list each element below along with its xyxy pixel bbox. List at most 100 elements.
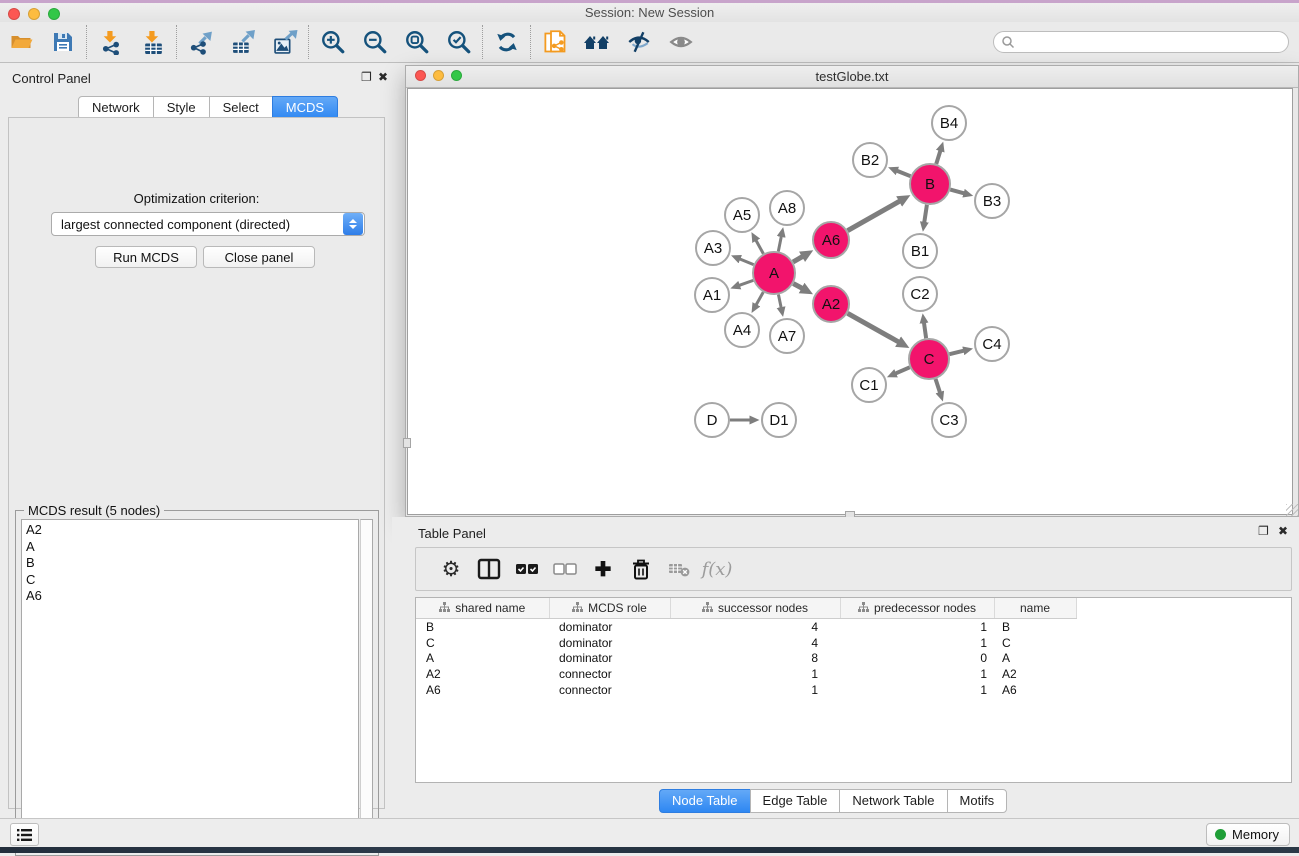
column-header[interactable]: shared name xyxy=(416,598,549,619)
graph-edge[interactable] xyxy=(896,367,910,373)
table-cell[interactable]: A6 xyxy=(994,682,1076,698)
table-cell[interactable]: B xyxy=(994,619,1076,635)
select-all-icon[interactable] xyxy=(508,553,546,585)
tab-node-table[interactable]: Node Table xyxy=(659,789,751,813)
table-row[interactable]: Bdominator41B xyxy=(416,619,1292,635)
table-cell[interactable]: connector xyxy=(549,666,670,682)
home-icon[interactable] xyxy=(576,25,618,59)
settings-gear-icon[interactable]: ⚙ xyxy=(432,553,470,585)
zoom-selected-icon[interactable] xyxy=(438,25,480,59)
table-cell[interactable]: 4 xyxy=(670,619,840,635)
search-input[interactable] xyxy=(1015,32,1288,52)
mcds-result-list[interactable]: A2ABCA6 xyxy=(21,519,359,847)
table-cell[interactable]: 4 xyxy=(670,635,840,651)
tab-edge-table[interactable]: Edge Table xyxy=(750,789,841,813)
mcds-result-item[interactable]: A6 xyxy=(26,588,358,605)
mcds-result-item[interactable]: C xyxy=(26,572,358,589)
table-cell[interactable]: B xyxy=(416,619,549,635)
resize-corner[interactable] xyxy=(1286,504,1298,516)
column-header[interactable]: MCDS role xyxy=(549,598,670,619)
export-image-icon[interactable] xyxy=(264,25,306,59)
criterion-dropdown[interactable]: largest connected component (directed) xyxy=(51,212,365,236)
table-row[interactable]: Adominator80A xyxy=(416,651,1292,667)
table-cell[interactable]: 1 xyxy=(840,619,994,635)
import-network-icon[interactable] xyxy=(90,25,132,59)
column-header[interactable]: predecessor nodes xyxy=(840,598,994,619)
search-box[interactable] xyxy=(993,31,1289,53)
task-history-button[interactable] xyxy=(10,823,39,846)
open-icon[interactable] xyxy=(0,25,42,59)
graph-edge[interactable] xyxy=(778,295,781,308)
zoom-fit-icon[interactable] xyxy=(396,25,438,59)
table-cell[interactable]: dominator xyxy=(549,635,670,651)
table-cell[interactable]: connector xyxy=(549,682,670,698)
table-cell[interactable]: 1 xyxy=(670,682,840,698)
table-row[interactable]: Cdominator41C xyxy=(416,635,1292,651)
graph-edge[interactable] xyxy=(793,284,802,289)
column-header[interactable]: successor nodes xyxy=(670,598,840,619)
close-panel-button[interactable]: Close panel xyxy=(203,246,315,268)
table-cell[interactable]: A2 xyxy=(416,666,549,682)
graph-edge[interactable] xyxy=(936,151,940,164)
table-cell[interactable]: C xyxy=(416,635,549,651)
import-table-icon[interactable] xyxy=(132,25,174,59)
table-cell[interactable]: A6 xyxy=(416,682,549,698)
table-cell[interactable]: 8 xyxy=(670,651,840,667)
node-table[interactable]: shared nameMCDS rolesuccessor nodesprede… xyxy=(415,597,1292,783)
export-network-icon[interactable] xyxy=(180,25,222,59)
graph-edge[interactable] xyxy=(924,205,927,223)
network-window-titlebar[interactable]: testGlobe.txt xyxy=(406,66,1298,88)
zoom-out-icon[interactable] xyxy=(354,25,396,59)
new-network-from-selection-icon[interactable] xyxy=(534,25,576,59)
add-row-icon[interactable]: ✚ xyxy=(584,553,622,585)
table-cell[interactable]: dominator xyxy=(549,651,670,667)
table-cell[interactable]: 1 xyxy=(840,666,994,682)
mcds-result-item[interactable]: A xyxy=(26,539,358,556)
show-details-icon[interactable] xyxy=(660,25,702,59)
close-panel-icon[interactable]: ✖ xyxy=(378,70,388,84)
tab-motifs[interactable]: Motifs xyxy=(947,789,1008,813)
graph-edge[interactable] xyxy=(793,257,802,262)
table-cell[interactable]: 1 xyxy=(840,635,994,651)
graph-edge[interactable] xyxy=(740,259,754,265)
tab-network-table[interactable]: Network Table xyxy=(839,789,947,813)
hide-details-icon[interactable] xyxy=(618,25,660,59)
float-table-panel-icon[interactable]: ❐ xyxy=(1258,524,1269,538)
graph-edge[interactable] xyxy=(848,201,900,230)
delete-row-icon[interactable] xyxy=(622,553,660,585)
float-panel-icon[interactable]: ❐ xyxy=(361,70,372,84)
run-mcds-button[interactable]: Run MCDS xyxy=(95,246,197,268)
canvas-grip[interactable] xyxy=(403,438,411,448)
graph-edge[interactable] xyxy=(739,280,753,285)
table-row[interactable]: A6connector11A6 xyxy=(416,682,1292,698)
table-cell[interactable]: 1 xyxy=(840,682,994,698)
zoom-in-icon[interactable] xyxy=(312,25,354,59)
table-cell[interactable]: A xyxy=(994,651,1076,667)
result-scrollbar[interactable] xyxy=(360,519,373,847)
column-header[interactable]: name xyxy=(994,598,1076,619)
graph-edge[interactable] xyxy=(949,351,963,354)
graph-edge[interactable] xyxy=(756,292,763,305)
network-canvas[interactable]: AA1A2A3A4A5A6A7A8BB1B2B3B4CC1C2C3C4DD1 xyxy=(407,88,1293,515)
table-cell[interactable]: 0 xyxy=(840,651,994,667)
graph-edge[interactable] xyxy=(936,379,940,392)
graph-edge[interactable] xyxy=(848,313,899,342)
refresh-icon[interactable] xyxy=(486,25,528,59)
show-column-icon[interactable] xyxy=(470,553,508,585)
graph-edge[interactable] xyxy=(897,171,911,176)
mcds-result-item[interactable]: A2 xyxy=(26,522,358,539)
table-cell[interactable]: 1 xyxy=(670,666,840,682)
table-cell[interactable]: A2 xyxy=(994,666,1076,682)
table-cell[interactable]: C xyxy=(994,635,1076,651)
deselect-all-icon[interactable] xyxy=(546,553,584,585)
graph-edge[interactable] xyxy=(950,190,964,194)
table-cell[interactable]: A xyxy=(416,651,549,667)
graph-edge[interactable] xyxy=(778,236,781,251)
graph-edge[interactable] xyxy=(924,323,926,338)
graph-edge[interactable] xyxy=(756,240,763,253)
mcds-result-item[interactable]: B xyxy=(26,555,358,572)
close-table-panel-icon[interactable]: ✖ xyxy=(1278,524,1288,538)
export-table-icon[interactable] xyxy=(222,25,264,59)
table-cell[interactable]: dominator xyxy=(549,619,670,635)
table-row[interactable]: A2connector11A2 xyxy=(416,666,1292,682)
